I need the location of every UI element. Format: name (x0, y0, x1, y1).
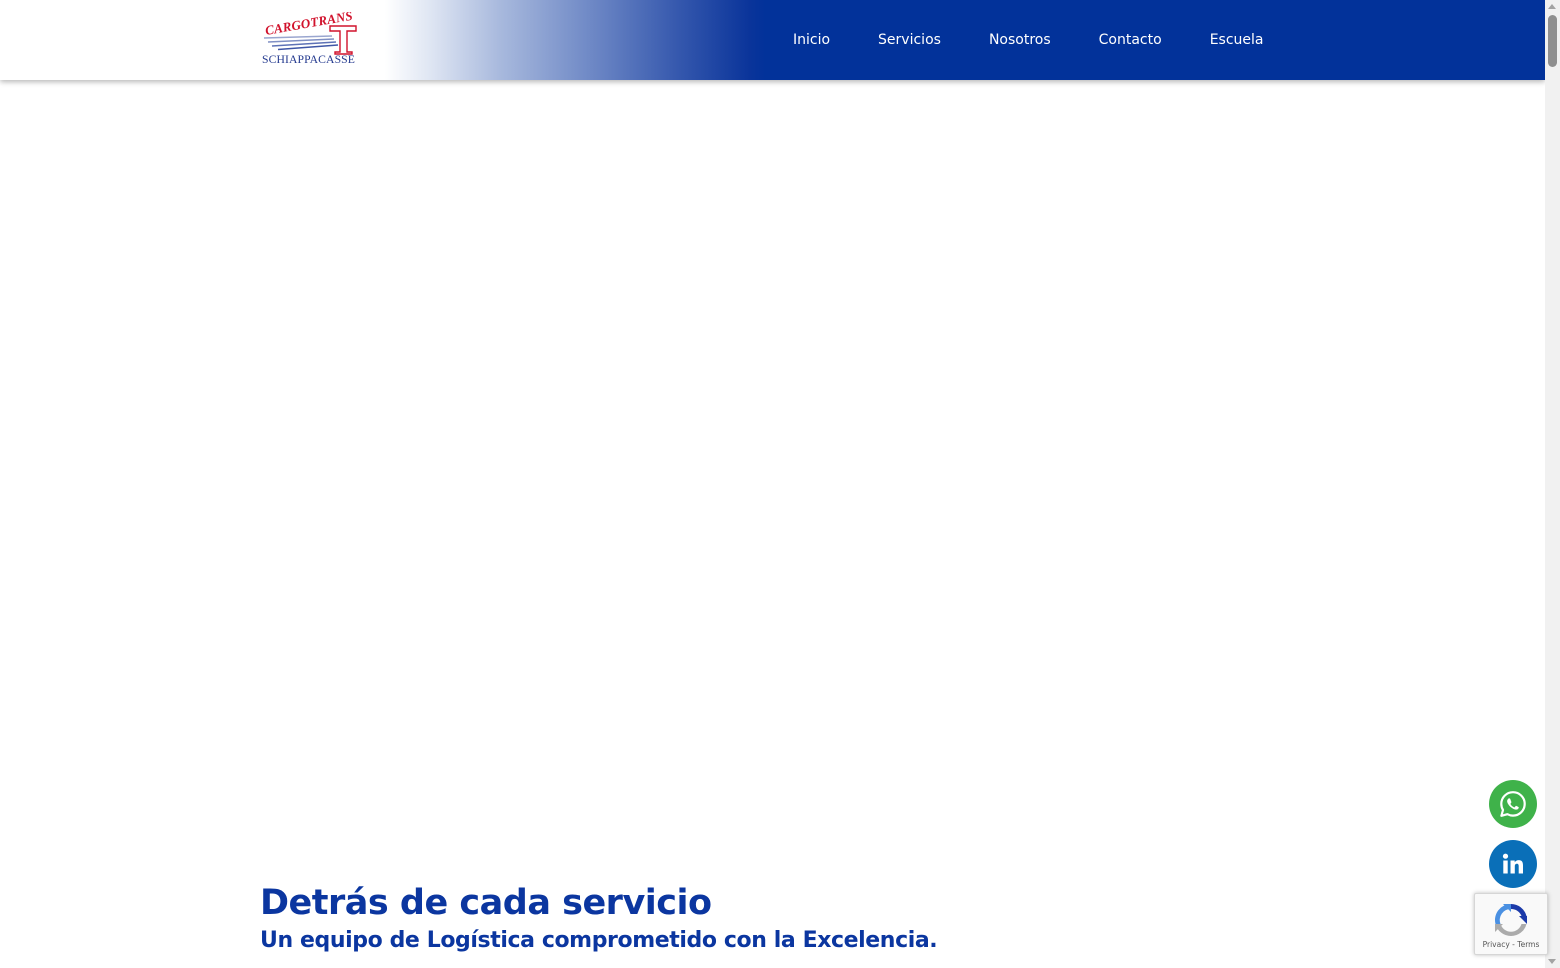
page-scrollbar[interactable] (1545, 0, 1560, 968)
main-nav: Inicio Servicios Nosotros Contacto Escue… (793, 29, 1263, 51)
site-header: CARGOTRANS SCHIAPPACASSE Inicio Servicio… (0, 0, 1545, 80)
nav-item-inicio[interactable]: Inicio (793, 29, 830, 51)
scroll-down-arrow-icon[interactable] (1548, 959, 1556, 964)
whatsapp-button[interactable] (1489, 780, 1537, 828)
nav-item-escuela[interactable]: Escuela (1210, 29, 1264, 51)
nav-item-servicios[interactable]: Servicios (878, 29, 941, 51)
logo-bottom-text: SCHIAPPACASSE (262, 54, 355, 66)
hero-title: Detrás de cada servicio (260, 883, 712, 923)
recaptcha-icon (1494, 904, 1527, 937)
recaptcha-terms-link[interactable]: Terms (1517, 940, 1539, 949)
page: CARGOTRANS SCHIAPPACASSE Inicio Servicio… (0, 0, 1560, 968)
scroll-thumb[interactable] (1548, 15, 1557, 67)
recaptcha-separator: - (1512, 940, 1515, 949)
whatsapp-icon (1500, 791, 1526, 817)
nav-item-contacto[interactable]: Contacto (1099, 29, 1162, 51)
scroll-up-arrow-icon[interactable] (1548, 4, 1556, 9)
recaptcha-privacy-link[interactable]: Privacy (1483, 940, 1510, 949)
linkedin-button[interactable] (1489, 840, 1537, 888)
recaptcha-badge[interactable]: Privacy - Terms (1474, 893, 1548, 955)
recaptcha-links: Privacy - Terms (1475, 940, 1547, 950)
nav-item-nosotros[interactable]: Nosotros (989, 29, 1051, 51)
brand-logo[interactable]: CARGOTRANS SCHIAPPACASSE (262, 12, 358, 66)
hero-subtitle: Un equipo de Logística comprometido con … (260, 928, 938, 953)
linkedin-icon (1502, 853, 1523, 874)
cargotrans-logo-graphic: CARGOTRANS SCHIAPPACASSE (262, 12, 357, 66)
